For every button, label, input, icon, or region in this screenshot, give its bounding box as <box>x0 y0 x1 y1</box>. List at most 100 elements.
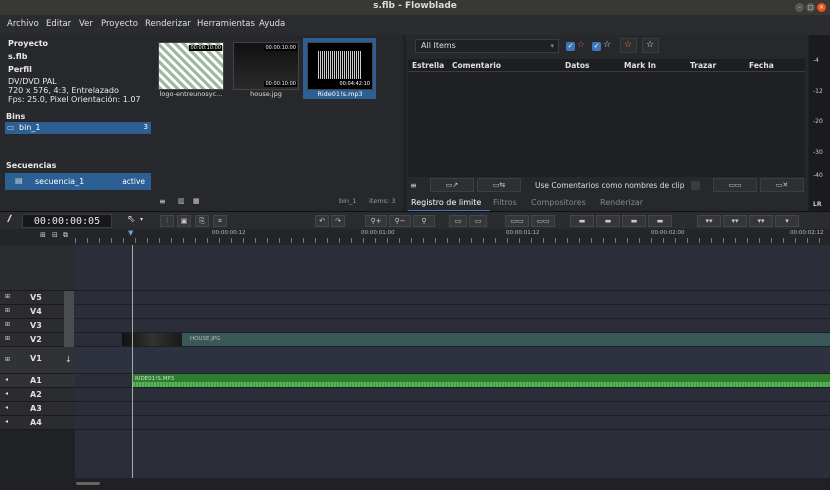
speaker-icon[interactable]: ◂ <box>5 404 8 411</box>
track-header-a4[interactable]: A4 ◂ <box>0 416 75 430</box>
track-header-v5[interactable]: V5 ⊞ <box>0 291 75 305</box>
undo-icon[interactable]: ↶ <box>315 215 329 227</box>
track-a1[interactable]: RIDE01!S.MP3 <box>75 374 830 388</box>
append-button[interactable]: ▭▭ <box>531 215 555 227</box>
menu-editar[interactable]: Editar <box>46 19 71 29</box>
menu-herramientas[interactable]: Herramientas <box>197 19 255 29</box>
splice-button[interactable]: ▬ <box>648 215 672 227</box>
media-thumb-house[interactable]: 00:00:10:00 00:00:10:00 <box>233 42 299 90</box>
sync-icon[interactable]: ⧉ <box>63 231 68 240</box>
log-range-button[interactable]: ▭▭ <box>713 178 757 192</box>
speaker-icon[interactable]: ◂ <box>5 390 8 397</box>
lock-icon[interactable]: ⊞ <box>5 356 10 363</box>
track-v4[interactable] <box>75 305 830 319</box>
track-a3[interactable] <box>75 402 830 416</box>
log-table-body[interactable] <box>408 72 805 177</box>
checkbox-star-color[interactable]: ✓ <box>566 42 575 51</box>
timeline-ruler[interactable]: 00:00:00:12 00:00:01:00 00:00:01:12 00:0… <box>75 229 830 245</box>
edit-tool-icon[interactable]: 𝑰 <box>7 214 10 225</box>
tab-filtros[interactable]: Filtros <box>493 198 517 207</box>
track-header-v1[interactable]: V1 ⊞ ↓ <box>0 347 75 374</box>
track-toggle[interactable] <box>64 333 74 347</box>
speaker-icon[interactable]: ◂ <box>5 376 8 383</box>
col-trazar[interactable]: Trazar <box>690 61 716 70</box>
cut-button[interactable]: ▭ <box>449 215 467 227</box>
redo-icon[interactable]: ↷ <box>331 215 345 227</box>
minimize-icon[interactable]: – <box>795 3 804 12</box>
lock-icon[interactable]: ⊞ <box>5 293 10 300</box>
roll-button[interactable]: ▾▾ <box>723 215 747 227</box>
track-a2[interactable] <box>75 388 830 402</box>
lock-icon[interactable]: ⊟ <box>52 231 58 239</box>
box-button[interactable]: ▾ <box>775 215 799 227</box>
insert-button[interactable]: ▭▭ <box>505 215 529 227</box>
track-v3[interactable] <box>75 319 830 333</box>
track-header-v4[interactable]: V4 ⊞ <box>0 305 75 319</box>
expand-icon[interactable]: ⊞ <box>40 231 46 239</box>
filter-select[interactable]: All Items ▾ <box>415 39 559 53</box>
col-fecha[interactable]: Fecha <box>749 61 774 70</box>
overwrite-button[interactable]: ▬ <box>622 215 646 227</box>
menu-ver[interactable]: Ver <box>79 19 93 29</box>
track-v2[interactable]: HOUSE.JPG <box>75 333 830 347</box>
sync-button[interactable]: ⎘ <box>195 215 209 227</box>
track-header-a2[interactable]: A2 ◂ <box>0 388 75 402</box>
audio-clip[interactable]: RIDE01!S.MP3 <box>133 374 830 387</box>
col-comentario[interactable]: Comentario <box>452 61 501 70</box>
track-header-a3[interactable]: A3 ◂ <box>0 402 75 416</box>
menu-icon[interactable]: ≡ <box>159 197 166 206</box>
lock-icon[interactable]: ⊞ <box>5 335 10 342</box>
delete-button[interactable]: ▬ <box>596 215 620 227</box>
snap-button[interactable]: ▣ <box>177 215 191 227</box>
track-header-v2[interactable]: V2 ⊞ <box>0 333 75 347</box>
track-a4[interactable] <box>75 416 830 430</box>
star-filter-button-2[interactable]: ☆ <box>642 38 659 53</box>
scrollbar-thumb[interactable] <box>76 482 100 485</box>
checkbox-star-white[interactable]: ✓ <box>592 42 601 51</box>
use-comments-checkbox[interactable] <box>691 181 700 190</box>
trim-button[interactable]: ▾▾ <box>697 215 721 227</box>
col-datos[interactable]: Datos <box>565 61 590 70</box>
speaker-icon[interactable]: ◂ <box>5 418 8 425</box>
list-view-icon[interactable]: ▥ <box>178 197 185 205</box>
ripple-button[interactable]: ▭ <box>469 215 487 227</box>
video-clip[interactable]: HOUSE.JPG <box>122 333 830 346</box>
track-toggle[interactable] <box>64 305 74 319</box>
lock-icon[interactable]: ⊞ <box>5 307 10 314</box>
lift-button[interactable]: ▬ <box>570 215 594 227</box>
track-toggle[interactable] <box>64 319 74 333</box>
bin-item[interactable]: ▭ bin_1 3 <box>5 122 151 134</box>
zoom-in-button[interactable]: ⚲+ <box>365 215 387 227</box>
media-thumb-logo[interactable]: 00:00:10:00 <box>158 42 224 90</box>
split-button[interactable]: ⌗ <box>213 215 227 227</box>
tab-compositores[interactable]: Compositores <box>531 198 586 207</box>
log-append-button[interactable]: ▭↗ <box>430 178 474 192</box>
col-markin[interactable]: Mark In <box>624 61 656 70</box>
menu-proyecto[interactable]: Proyecto <box>101 19 138 29</box>
track-v5[interactable] <box>75 291 830 305</box>
tab-renderizar[interactable]: Renderizar <box>600 198 643 207</box>
timecode-display[interactable]: 00:00:00:05 <box>22 214 112 228</box>
track-header-v3[interactable]: V3 ⊞ <box>0 319 75 333</box>
timeline-scrollbar[interactable] <box>0 478 830 490</box>
menu-icon[interactable]: ≡ <box>410 181 417 190</box>
menu-archivo[interactable]: Archivo <box>7 19 39 29</box>
star-filter-button[interactable]: ☆ <box>620 38 637 53</box>
media-thumb-audio[interactable]: 00:04:42:10 <box>307 42 373 90</box>
zoom-out-button[interactable]: ⚲− <box>389 215 411 227</box>
zoom-fit-button[interactable]: ⫶ <box>160 215 174 227</box>
chevron-down-icon[interactable]: ▾ <box>140 216 143 223</box>
grid-view-icon[interactable]: ▦ <box>193 197 200 205</box>
maximize-icon[interactable]: □ <box>806 3 815 12</box>
col-estrella[interactable]: Estrella <box>412 61 444 70</box>
arrow-down-icon[interactable]: ↓ <box>65 355 72 364</box>
slip-button[interactable]: ▾▾ <box>749 215 773 227</box>
menu-renderizar[interactable]: Renderizar <box>145 19 191 29</box>
close-icon[interactable]: × <box>817 3 826 12</box>
menu-ayuda[interactable]: Ayuda <box>259 19 285 29</box>
zoom-reset-button[interactable]: ⚲ <box>413 215 435 227</box>
log-insert-button[interactable]: ▭⇆ <box>477 178 521 192</box>
track-v1[interactable] <box>75 347 830 374</box>
tab-registro[interactable]: Registro de limite <box>411 198 481 207</box>
lock-icon[interactable]: ⊞ <box>5 321 10 328</box>
